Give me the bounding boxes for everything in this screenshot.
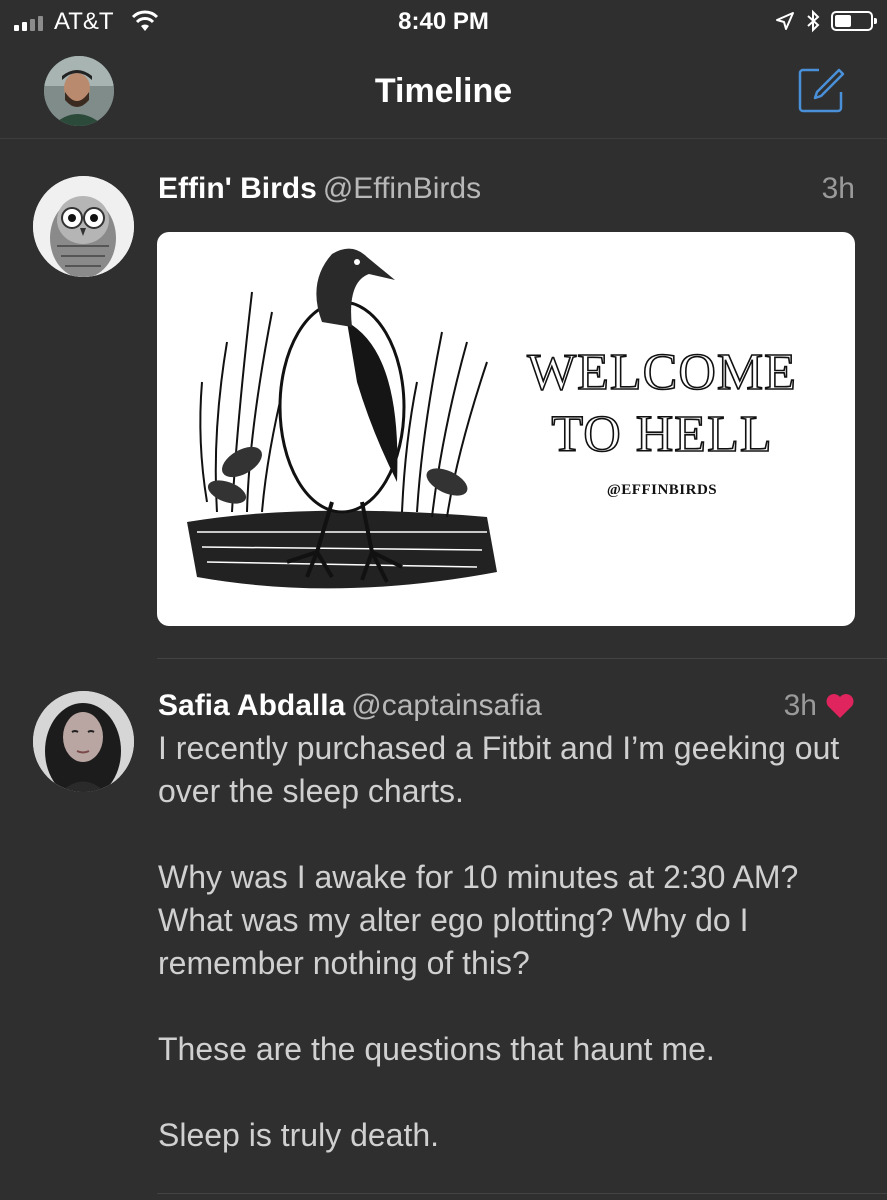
tweet-author-name[interactable]: Effin' Birds [158, 172, 317, 205]
tweet[interactable]: Effin' Birds @EffinBirds 3h WELCOME TO H… [0, 139, 887, 659]
tweet-media-image[interactable]: WELCOME TO HELL @EFFINBIRDS [157, 232, 855, 626]
tweet-author-handle[interactable]: @EffinBirds [323, 172, 481, 205]
status-bar: AT&T 8:40 PM [0, 0, 887, 44]
tweet-author-handle[interactable]: @captainsafia [351, 689, 542, 722]
bluetooth-icon [807, 9, 820, 33]
heart-icon[interactable] [825, 693, 855, 719]
compose-icon[interactable] [797, 66, 845, 114]
tweet-avatar[interactable] [33, 691, 134, 792]
tweet-timestamp: 3h [821, 172, 855, 205]
tweet-paragraph: Sleep is truly death. [158, 1117, 440, 1153]
page-title: Timeline [374, 72, 513, 110]
tweet-paragraph: These are the questions that haunt me. [158, 1031, 715, 1067]
tweet-divider [157, 1193, 887, 1194]
media-headline: WELCOME TO HELL [526, 343, 797, 464]
tweet-text: I recently purchased a Fitbit and I’m ge… [158, 727, 858, 1157]
media-credit: @EFFINBIRDS [606, 482, 718, 498]
tweet-avatar[interactable] [33, 176, 134, 277]
tweet-paragraph: I recently purchased a Fitbit and I’m ge… [158, 730, 840, 809]
tweet-paragraph: Why was I awake for 10 minutes at 2:30 A… [158, 859, 799, 981]
location-arrow-icon [776, 12, 794, 30]
tweet-author-name[interactable]: Safia Abdalla [158, 689, 345, 722]
battery-icon [831, 11, 877, 31]
tweet[interactable]: Safia Abdalla @captainsafia 3h I recently… [0, 659, 887, 1200]
nav-bar: Timeline [0, 44, 887, 139]
status-time: 8:40 PM [398, 8, 489, 35]
tweet-timestamp: 3h [783, 689, 817, 722]
